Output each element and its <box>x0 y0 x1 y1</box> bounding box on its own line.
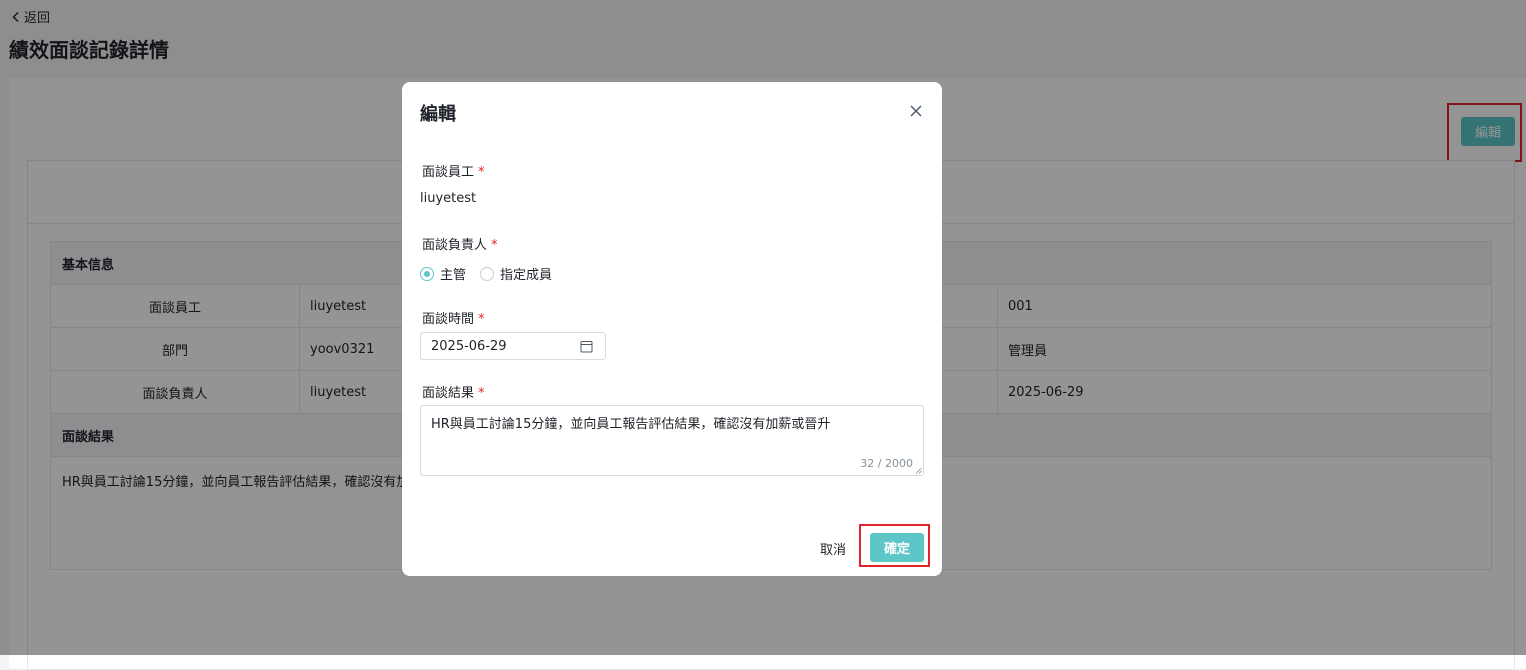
result-label: 面談結果 * <box>422 386 485 401</box>
required-mark: * <box>478 165 485 180</box>
employee-label: 面談員工 * <box>422 165 485 180</box>
close-icon[interactable] <box>908 103 924 119</box>
result-textarea-value: HR與員工討論15分鐘，並向員工報告評估結果，確認沒有加薪或晉升 <box>431 417 831 432</box>
cancel-button[interactable]: 取消 <box>820 539 846 558</box>
required-mark: * <box>491 238 498 253</box>
date-value: 2025-06-29 <box>431 338 507 354</box>
employee-value: liuyetest <box>420 191 477 206</box>
result-textarea[interactable]: HR與員工討論15分鐘，並向員工報告評估結果，確認沒有加薪或晉升 32 / 20… <box>420 405 924 476</box>
modal-title: 編輯 <box>420 104 456 125</box>
calendar-icon[interactable] <box>580 340 593 353</box>
radio-label-assigned-member: 指定成員 <box>500 268 553 283</box>
radio-label-supervisor: 主管 <box>440 268 467 283</box>
required-mark: * <box>478 312 485 327</box>
owner-label: 面談負責人 * <box>422 238 498 253</box>
radio-supervisor[interactable] <box>420 266 434 281</box>
radio-assigned-member[interactable] <box>480 266 495 281</box>
confirm-button-highlight <box>859 524 930 567</box>
required-mark: * <box>478 386 485 401</box>
owner-radio-group: 主管 指定成員 <box>420 264 552 283</box>
resize-handle-icon[interactable] <box>915 467 922 474</box>
edit-modal: 編輯 面談員工 * liuyetest 面談負責人 * 主管 指定成員 面談時間 * … <box>402 82 942 576</box>
date-picker-input[interactable]: 2025-06-29 <box>420 332 606 360</box>
char-count: 32 / 2000 <box>860 457 913 470</box>
time-label: 面談時間 * <box>422 312 485 327</box>
